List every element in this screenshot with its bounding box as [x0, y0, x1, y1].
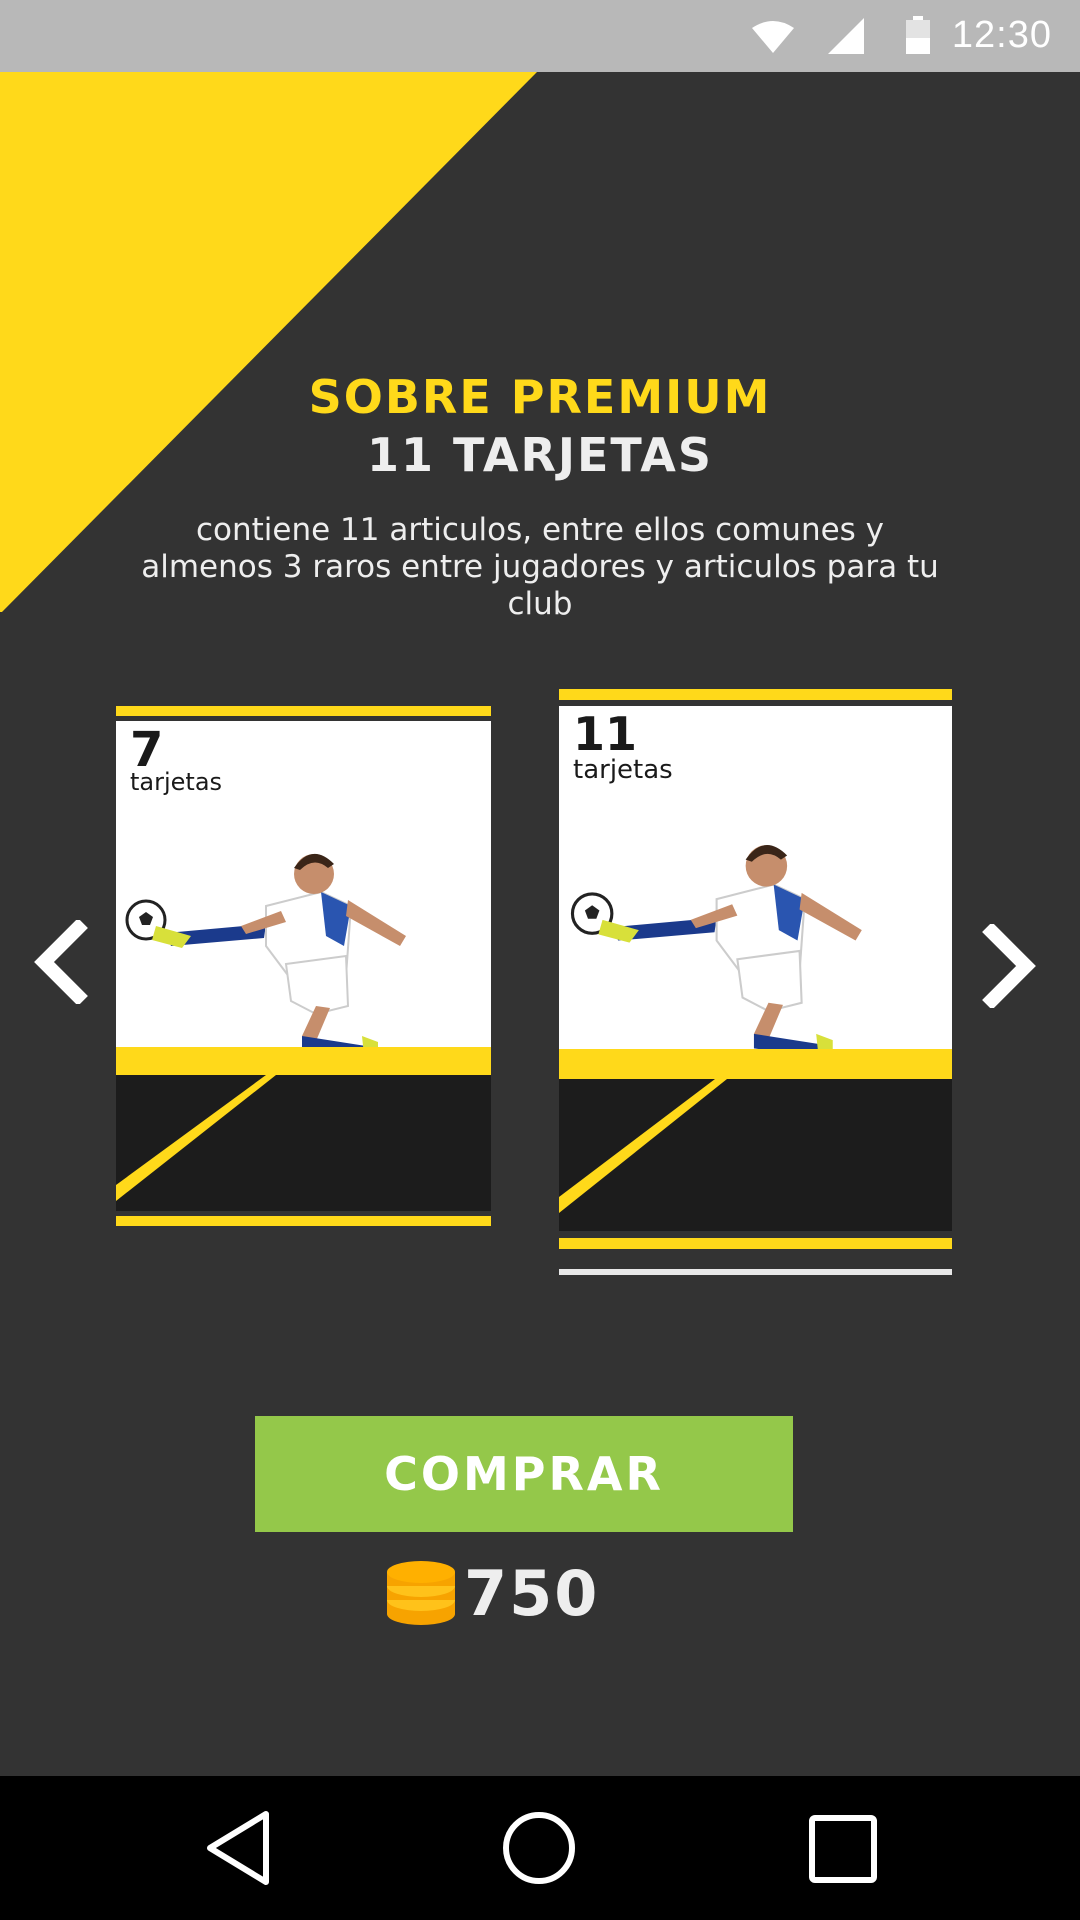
wifi-icon: [752, 21, 794, 53]
battery-icon: [906, 16, 930, 54]
price-amount: 750: [464, 1557, 600, 1630]
card-bottom-stripe: [116, 1216, 491, 1226]
recents-icon[interactable]: [808, 1814, 878, 1884]
card-top-stripe: [116, 706, 491, 716]
card-bottom-band: [559, 1049, 952, 1079]
coins-icon: [387, 1561, 455, 1625]
card-count: 11: [573, 707, 638, 761]
pack-description: contiene 11 articulos, entre ellos comun…: [141, 512, 939, 622]
status-bar: 12:30: [0, 0, 1080, 72]
pack-card-7[interactable]: 7 tarjetas: [116, 706, 491, 1226]
card-diagonal-stripe: [559, 1079, 727, 1213]
soccer-player-image: [570, 845, 862, 1065]
navigation-bar: [0, 1776, 1080, 1920]
home-icon[interactable]: [501, 1810, 577, 1886]
card-diagonal-stripe: [116, 1075, 276, 1201]
card-bottom-band: [116, 1047, 491, 1075]
status-time: 12:30: [951, 14, 1052, 56]
card-count: 7: [130, 722, 164, 778]
chevron-left-icon[interactable]: [30, 920, 90, 1004]
card-top-stripe: [559, 689, 952, 700]
selected-card-indicator: [559, 1269, 952, 1275]
soccer-player-image: [125, 853, 406, 1066]
card-count-label: tarjetas: [130, 768, 223, 796]
back-icon[interactable]: [204, 1810, 274, 1886]
card-count-label: tarjetas: [573, 755, 673, 785]
pack-subtitle: 11 TARJETAS: [367, 428, 713, 482]
pack-card-11[interactable]: 11 tarjetas: [559, 689, 952, 1249]
pack-detail-screen: SOBRE PREMIUM 11 TARJETAS contiene 11 ar…: [0, 72, 1080, 1776]
signal-icon: [828, 18, 864, 54]
pack-title: SOBRE PREMIUM: [308, 370, 772, 424]
buy-button[interactable]: COMPRAR: [255, 1416, 793, 1532]
card-bottom-stripe: [559, 1238, 952, 1249]
chevron-right-icon[interactable]: [980, 924, 1040, 1008]
